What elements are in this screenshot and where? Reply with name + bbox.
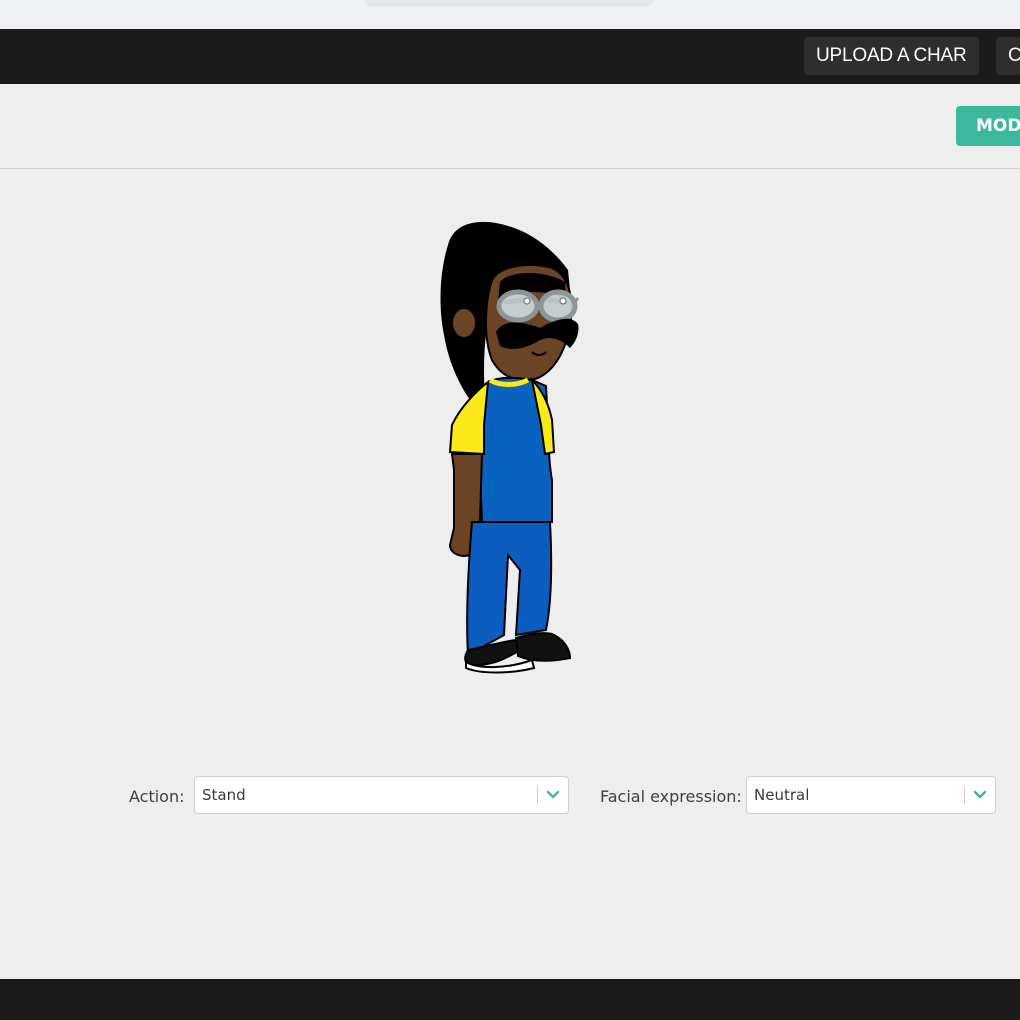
select-divider	[964, 786, 965, 804]
top-navigation-bar: UPLOAD A CHAR C	[0, 29, 1020, 84]
select-divider	[537, 786, 538, 804]
browser-address-pill	[366, 0, 652, 4]
action-label: Action:	[129, 787, 185, 806]
upload-character-button[interactable]: UPLOAD A CHAR	[804, 37, 979, 75]
page-footer	[0, 979, 1020, 1020]
modify-button[interactable]: MODI	[956, 106, 1020, 146]
character-preview	[420, 210, 600, 680]
browser-top-strip	[0, 0, 1020, 29]
character-toolbar: MODI	[0, 84, 1020, 169]
topbar-secondary-button[interactable]: C	[996, 37, 1020, 75]
character-figure	[440, 221, 580, 674]
facial-expression-select[interactable]: Neutral	[746, 776, 996, 814]
action-value: Stand	[202, 786, 246, 804]
chevron-down-icon	[973, 790, 987, 799]
chevron-down-icon	[546, 790, 560, 799]
facial-expression-value: Neutral	[754, 786, 810, 804]
facial-expression-label: Facial expression:	[600, 787, 742, 806]
action-select[interactable]: Stand	[194, 776, 569, 814]
